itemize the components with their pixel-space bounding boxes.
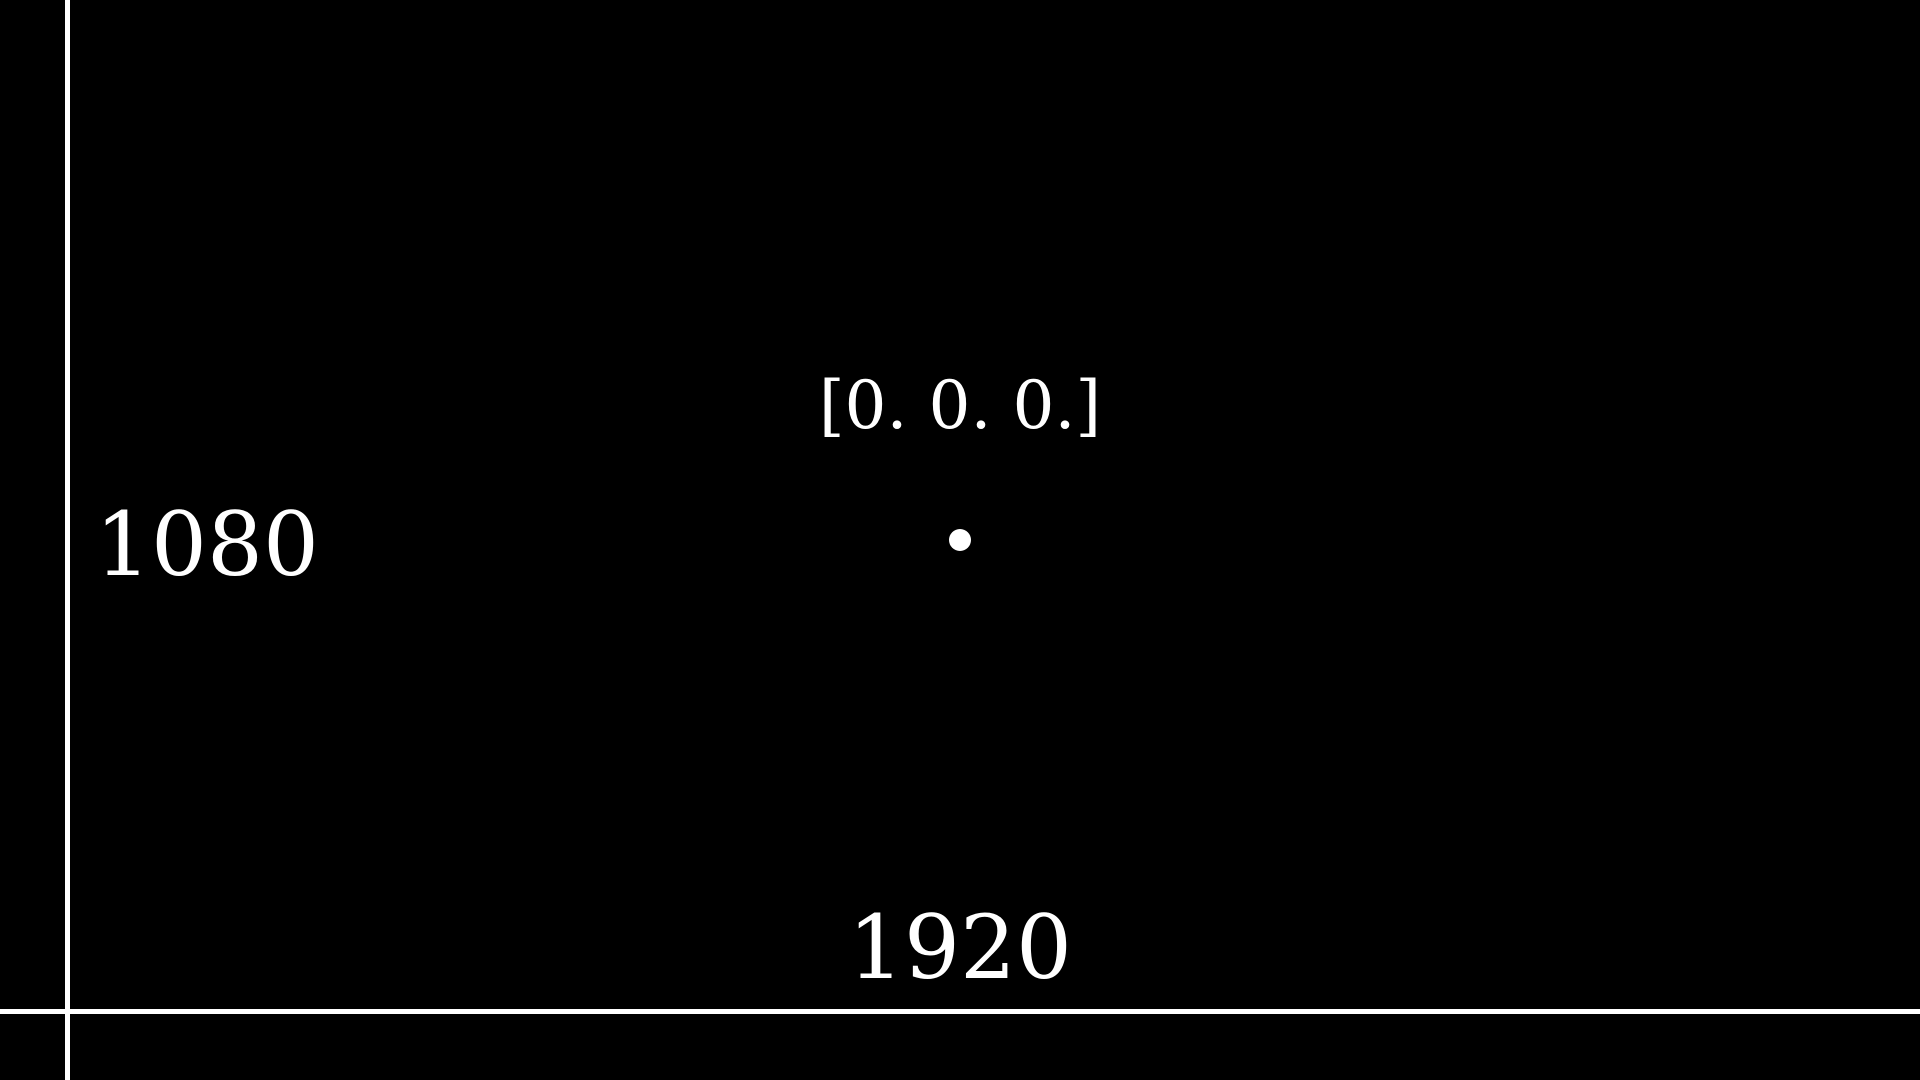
width-label: 1920 — [848, 896, 1072, 999]
horizontal-axis-line — [0, 1009, 1920, 1014]
height-label: 1080 — [95, 493, 319, 596]
center-dot — [949, 529, 971, 551]
center-coordinate-text: [0. 0. 0.] — [818, 367, 1102, 444]
canvas: [0. 0. 0.] 1080 1920 — [0, 0, 1920, 1080]
vertical-axis-line — [65, 0, 70, 1080]
